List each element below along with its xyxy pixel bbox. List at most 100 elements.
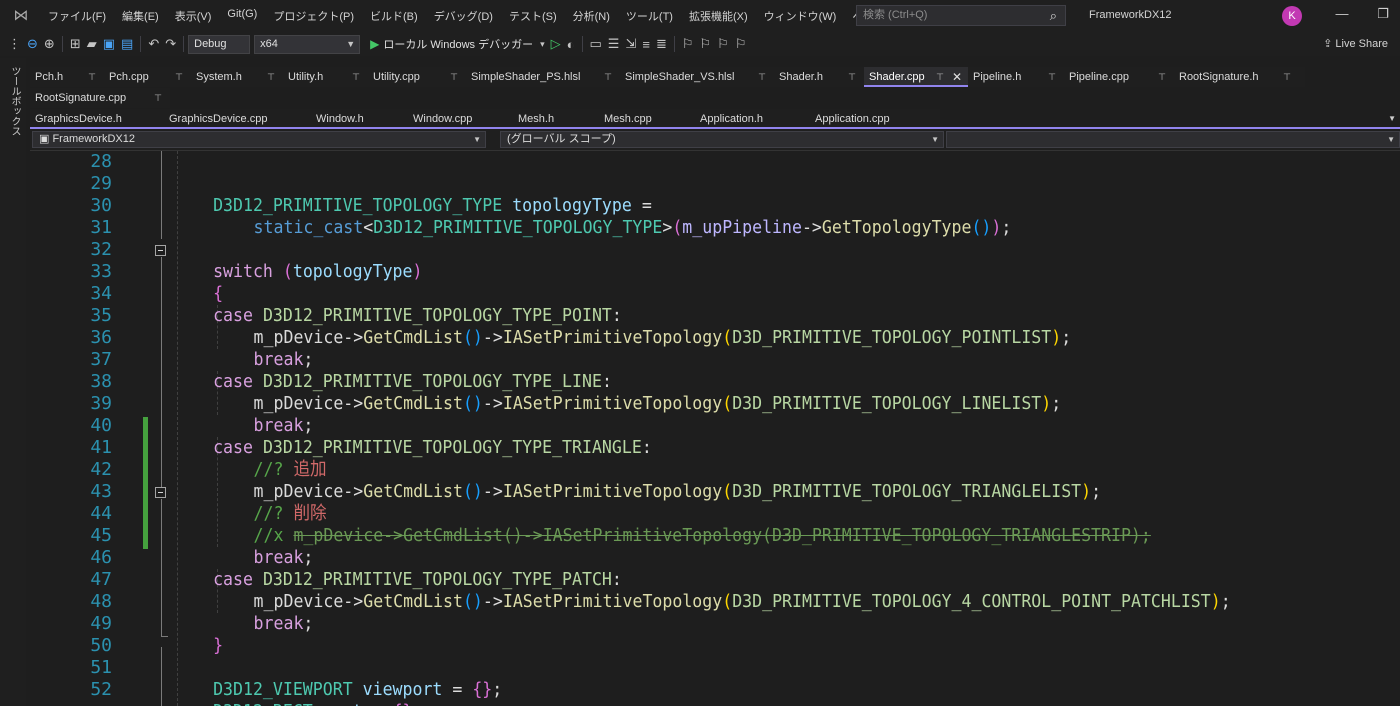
start-debugging-icon[interactable]: ▶	[370, 37, 379, 51]
tab-pch-h[interactable]: Pch.h ⊤	[30, 67, 104, 87]
menu-test[interactable]: テスト(S)	[501, 8, 565, 24]
menu-build[interactable]: ビルド(B)	[362, 8, 426, 24]
bookmark-icon[interactable]: ⚐	[682, 36, 694, 52]
clear-bookmarks-icon[interactable]: ⚐	[735, 36, 747, 52]
member-token: m_upPipeline	[682, 217, 802, 238]
tab-label: Application.cpp	[815, 113, 890, 125]
tab-simpleshader-ps[interactable]: SimpleShader_PS.hlsl ⊤	[466, 67, 620, 87]
tab-pch-cpp[interactable]: Pch.cpp ⊤	[104, 67, 191, 87]
start-without-debugging-icon[interactable]: ▷	[551, 36, 561, 52]
navigate-back-icon[interactable]: ⊖	[27, 36, 38, 52]
code-line: break;	[253, 349, 314, 370]
code-line: //x m_pDevice->GetCmdList()->IASetPrimit…	[30, 503, 1290, 546]
tab-utility-h[interactable]: Utility.h ⊤	[283, 67, 368, 87]
chevron-down-icon: ▼	[473, 135, 481, 144]
tab-system-h[interactable]: System.h ⊤	[191, 67, 283, 87]
toolbar-separator	[61, 36, 63, 52]
uncomment-icon[interactable]: ≣	[656, 36, 667, 52]
tab-label: Window.cpp	[413, 113, 473, 125]
pin-icon[interactable]: ⊤	[88, 67, 96, 87]
save-all-icon[interactable]: ▤	[121, 36, 133, 52]
tab-application-cpp[interactable]: Application.cpp	[810, 109, 940, 129]
solution-explorer-icon[interactable]: ☰	[608, 36, 620, 52]
search-icon[interactable]: ⌕	[1050, 6, 1057, 25]
global-scope-select[interactable]: (グローバル スコープ) ▼	[500, 131, 944, 148]
new-project-icon[interactable]: ⊞	[70, 36, 81, 52]
tab-shader-cpp[interactable]: Shader.cpp ✕ ⊤	[864, 67, 968, 87]
tab-window-cpp[interactable]: Window.cpp	[408, 109, 513, 129]
start-debugging-button[interactable]: ローカル Windows デバッガー	[383, 36, 533, 52]
open-file-icon[interactable]: ▰	[87, 36, 97, 52]
pin-icon[interactable]: ⊤	[758, 67, 766, 87]
minimize-icon[interactable]: —	[1332, 6, 1352, 21]
pin-icon[interactable]: ⊤	[352, 67, 360, 87]
pin-icon[interactable]: ⊤	[154, 88, 162, 108]
project-scope-select[interactable]: ▣ FrameworkDX12 ▼	[32, 131, 486, 148]
step-icon[interactable]: ⇲	[625, 36, 636, 52]
menu-git[interactable]: Git(G)	[219, 8, 265, 24]
tab-rootsignature-cpp[interactable]: RootSignature.cpp ⊤	[30, 88, 170, 108]
live-share-button[interactable]: ⇪ Live Share	[1323, 37, 1388, 50]
pin-icon[interactable]: ⊤	[604, 67, 612, 87]
code-line: D3D12_VIEWPORT viewport = {};	[213, 679, 503, 700]
pin-icon[interactable]: ⊤	[1283, 67, 1291, 87]
search-placeholder: 検索 (Ctrl+Q)	[863, 9, 928, 21]
pin-icon[interactable]: ⊤	[1048, 67, 1056, 87]
tab-graphicsdevice-cpp[interactable]: GraphicsDevice.cpp	[164, 109, 311, 129]
chevron-down-icon[interactable]: ▾	[540, 39, 545, 50]
tab-utility-cpp[interactable]: Utility.cpp ⊤	[368, 67, 466, 87]
restore-icon[interactable]: ❐	[1373, 6, 1393, 22]
configuration-value: Debug	[194, 37, 227, 50]
tab-mesh-cpp[interactable]: Mesh.cpp	[599, 109, 695, 129]
menu-window[interactable]: ウィンドウ(W)	[756, 8, 845, 24]
menu-view[interactable]: 表示(V)	[167, 8, 220, 24]
tab-application-h[interactable]: Application.h	[695, 109, 810, 129]
tab-label: Utility.h	[288, 71, 324, 83]
toolbox-tab[interactable]: ツールボックス	[7, 66, 22, 136]
menu-project[interactable]: プロジェクト(P)	[265, 8, 362, 24]
hot-reload-icon[interactable]: ◐	[567, 37, 575, 52]
menu-edit[interactable]: 編集(E)	[114, 8, 167, 24]
pin-icon[interactable]: ⊤	[450, 67, 458, 87]
project-scope-value: FrameworkDX12	[52, 133, 135, 145]
tab-label: Pch.cpp	[109, 71, 149, 83]
tab-pipeline-h[interactable]: Pipeline.h ⊤	[968, 67, 1064, 87]
redo-icon[interactable]: ↷	[165, 36, 176, 52]
prev-bookmark-icon[interactable]: ⚐	[700, 36, 712, 52]
menu-debug[interactable]: デバッグ(D)	[426, 8, 501, 24]
menu-analyze[interactable]: 分析(N)	[565, 8, 618, 24]
type-token: D3D12_RECT	[213, 701, 313, 706]
pin-icon[interactable]: ⊤	[848, 67, 856, 87]
code-line: m_pDevice->GetCmdList()->IASetPrimitiveT…	[253, 591, 1231, 612]
account-avatar[interactable]: K	[1282, 6, 1302, 26]
tab-graphicsdevice-h[interactable]: GraphicsDevice.h	[30, 109, 164, 129]
configuration-select[interactable]: Debug	[188, 34, 251, 54]
undo-icon[interactable]: ↶	[148, 36, 159, 52]
pin-icon[interactable]: ⊤	[936, 67, 944, 87]
pin-icon[interactable]: ⊤	[1158, 67, 1166, 87]
platform-select[interactable]: x64 ▼	[254, 34, 361, 54]
code-line: D3D12_RECT rect = {};	[30, 679, 1290, 706]
close-icon[interactable]: ✕	[952, 67, 962, 87]
tab-shader-h[interactable]: Shader.h ⊤	[774, 67, 864, 87]
next-bookmark-icon[interactable]: ⚐	[717, 36, 729, 52]
visual-studio-logo-icon[interactable]: ⋈	[10, 8, 32, 24]
tab-mesh-h[interactable]: Mesh.h	[513, 109, 599, 129]
menu-extensions[interactable]: 拡張機能(X)	[681, 8, 756, 24]
tab-simpleshader-vs[interactable]: SimpleShader_VS.hlsl ⊤	[620, 67, 774, 87]
folder-icon[interactable]: ▭	[590, 36, 602, 52]
search-input[interactable]: 検索 (Ctrl+Q) ⌕	[856, 5, 1066, 26]
code-editor[interactable]: 28 29 30 31 32 33 34 35 36 37 38 39 40 4…	[30, 151, 1400, 706]
comment-icon[interactable]: ≡	[642, 37, 650, 52]
tab-overflow-chevron-icon[interactable]: ▼	[1388, 114, 1396, 123]
pin-icon[interactable]: ⊤	[267, 67, 275, 87]
tab-rootsignature-h[interactable]: RootSignature.h ⊤	[1174, 67, 1299, 87]
menu-file[interactable]: ファイル(F)	[40, 8, 114, 24]
menu-tools[interactable]: ツール(T)	[618, 8, 681, 24]
member-select[interactable]: ▼	[946, 131, 1400, 148]
save-icon[interactable]: ▣	[103, 36, 115, 52]
tab-window-h[interactable]: Window.h	[311, 109, 408, 129]
pin-icon[interactable]: ⊤	[175, 67, 183, 87]
navigate-forward-icon[interactable]: ⊕	[44, 36, 55, 52]
tab-pipeline-cpp[interactable]: Pipeline.cpp ⊤	[1064, 67, 1174, 87]
